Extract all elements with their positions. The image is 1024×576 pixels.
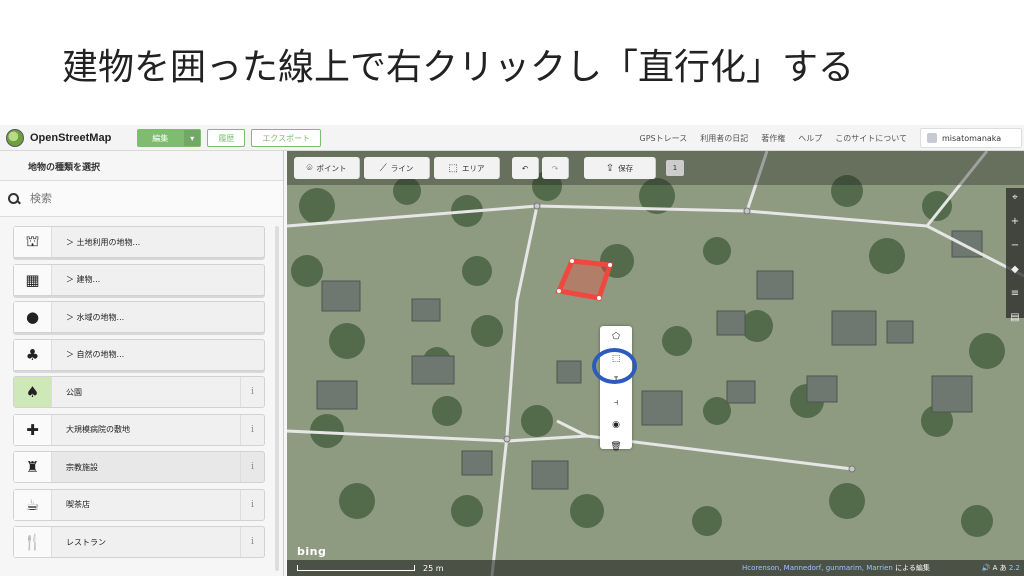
add-area-button[interactable]: ⬚ エリア [434,157,500,179]
preset-natural-category[interactable]: ♣ ＞ 自然の地物... [13,338,265,371]
edit-context-menu: ⬠ ⬚ ↧ ⫞ ◉ 🗑 [600,326,632,452]
add-line-label: ライン [390,163,414,173]
delete-trash-icon[interactable]: 🗑 [600,436,632,458]
water-drop-icon: ● [14,302,52,332]
map-canvas[interactable]: ⌾ ポイント ⟋ ライン ⬚ エリア ↶ ↷ ⇪ 保存 1 ⌖ + − ◆ ≡ … [287,151,1024,576]
map-toolbar: ⌾ ポイント ⟋ ライン ⬚ エリア ↶ ↷ ⇪ 保存 1 [287,151,1024,185]
hospital-cross-icon: ✚ [14,414,52,445]
preset-landuse-category[interactable]: ⛫ ＞ 土地利用の地物... [13,226,265,258]
nav-link-about[interactable]: このサイトについて [835,133,907,144]
sidebar-title: 地物の種類を選択 [0,151,283,181]
add-point-button[interactable]: ⌾ ポイント [294,157,360,179]
preset-info-button[interactable]: i [240,414,264,445]
building-icon: ▦ [14,264,52,295]
orthogonalize-highlight-ring [592,348,637,384]
preset-cafe[interactable]: ☕ 喫茶店 i [13,488,265,521]
user-menu[interactable]: misatomanaka [920,128,1022,148]
map-pin-icon: ⌾ [306,162,313,174]
preset-place-of-worship[interactable]: ♜ 宗教施設 i [13,451,265,483]
map-footer: 25 m Hcorenson, Mannedorf, gunmarim, Mar… [287,560,1024,576]
map-data-icon[interactable]: ≡ [1006,284,1024,304]
add-line-button[interactable]: ⟋ ライン [364,157,430,179]
undo-button[interactable]: ↶ [512,157,539,179]
preset-label: ＞ 土地利用の地物... [66,237,141,247]
osm-logo-text: OpenStreetMap [30,131,112,144]
nav-link-gps-traces[interactable]: GPSトレース [640,133,688,144]
preset-list: ⛫ ＞ 土地利用の地物... ▦ ＞ 建物... ● ＞ 水域の地物... ♣ … [13,226,265,564]
satellite-imagery [287,151,1024,576]
search-icon [8,192,20,205]
park-tree-icon: ♠ [14,377,52,407]
map-controls: ⌖ + − ◆ ≡ ▤ [1006,188,1024,323]
osm-magnifier-logo-icon [6,128,24,147]
contributor-names[interactable]: Hcorenson, Mannedorf, gunmarim, Marrien [742,564,893,572]
preset-label: 公園 [66,387,82,397]
preset-label: ＞ 建物... [66,275,101,284]
preset-restaurant[interactable]: 🍴 レストラン i [13,526,265,558]
nav-link-user-diaries[interactable]: 利用者の日記 [700,133,748,144]
sidebar-scrollbar[interactable] [275,226,279,571]
preset-hospital-grounds[interactable]: ✚ 大規模病院の敷地 i [13,413,265,446]
background-layers-icon[interactable]: ◆ [1006,260,1024,280]
history-button[interactable]: 履歴 [207,128,246,147]
edit-count-badge: 1 [666,160,684,176]
save-label: 保存 [618,163,634,173]
nature-icon: ♣ [14,339,52,370]
export-button[interactable]: エクスポート [251,128,322,147]
preset-building-category[interactable]: ▦ ＞ 建物... [13,263,265,296]
place-of-worship-icon: ♜ [14,452,52,482]
footer-status-icons: 🔊 A あ 2.2 [982,563,1020,573]
cafe-cup-icon: ☕ [14,489,52,520]
help-panel-icon[interactable]: ▤ [1006,308,1024,328]
locate-icon[interactable]: ⌖ [1006,188,1024,208]
search-input[interactable] [30,192,230,205]
avatar [927,133,937,143]
add-point-label: ポイント [316,163,347,173]
preset-label: ＞ 自然の地物... [66,350,125,359]
contributor-attribution: Hcorenson, Mannedorf, gunmarim, Marrien … [742,563,930,573]
preset-search [0,181,283,217]
line-icon: ⟋ [379,162,387,174]
attribution-suffix: による編集 [895,564,930,572]
preset-info-button[interactable]: i [240,489,264,520]
footer-icons[interactable]: 🔊 A あ [982,564,1007,572]
add-area-label: エリア [461,163,485,173]
save-button[interactable]: ⇪ 保存 [584,157,656,179]
zoom-in-button[interactable]: + [1006,212,1024,232]
edit-button[interactable]: 編集 [137,128,184,147]
redo-button[interactable]: ↷ [542,157,569,179]
preset-label: 宗教施設 [66,462,98,472]
user-name: misatomanaka [942,133,1002,143]
area-icon: ⬚ [448,162,458,174]
upload-icon: ⇪ [605,162,615,174]
preset-info-button[interactable]: i [240,377,264,407]
osm-logo[interactable]: OpenStreetMap [6,125,111,151]
circularize-icon[interactable]: ⬠ [600,326,632,348]
preset-park[interactable]: ♠ 公園 i [13,376,265,408]
reflect-icon[interactable]: ⫞ [600,392,632,414]
slide-title: 建物を囲った線上で右クリックし「直行化」する [62,47,855,88]
preset-label: 大規模病院の敷地 [66,425,130,434]
version-link[interactable]: 2.2 [1009,564,1020,572]
scale-label: 25 m [423,564,444,573]
continue-icon[interactable]: ◉ [600,414,632,436]
preset-label: レストラン [66,537,106,547]
preset-label: ＞ 水域の地物... [66,312,125,322]
landuse-icon: ⛫ [14,227,52,257]
restaurant-icon: 🍴 [14,527,52,557]
zoom-out-button[interactable]: − [1006,236,1024,256]
preset-water-category[interactable]: ● ＞ 水域の地物... [13,301,265,333]
edit-dropdown-button[interactable]: ▾ [183,128,202,147]
osm-top-nav: OpenStreetMap 編集 ▾ 履歴 エクスポート GPSトレース 利用者… [0,125,1024,151]
bing-logo: bing [297,545,327,558]
preset-label: 喫茶店 [66,500,90,509]
osm-editor-window: OpenStreetMap 編集 ▾ 履歴 エクスポート GPSトレース 利用者… [0,125,1024,576]
preset-info-button[interactable]: i [240,527,264,557]
scale-bar [297,565,415,571]
nav-link-copyright[interactable]: 著作権 [761,133,785,144]
feature-type-sidebar: 地物の種類を選択 ⛫ ＞ 土地利用の地物... ▦ ＞ 建物... ● ＞ 水域… [0,151,284,576]
nav-link-help[interactable]: ヘルプ [798,133,822,144]
preset-info-button[interactable]: i [240,452,264,482]
